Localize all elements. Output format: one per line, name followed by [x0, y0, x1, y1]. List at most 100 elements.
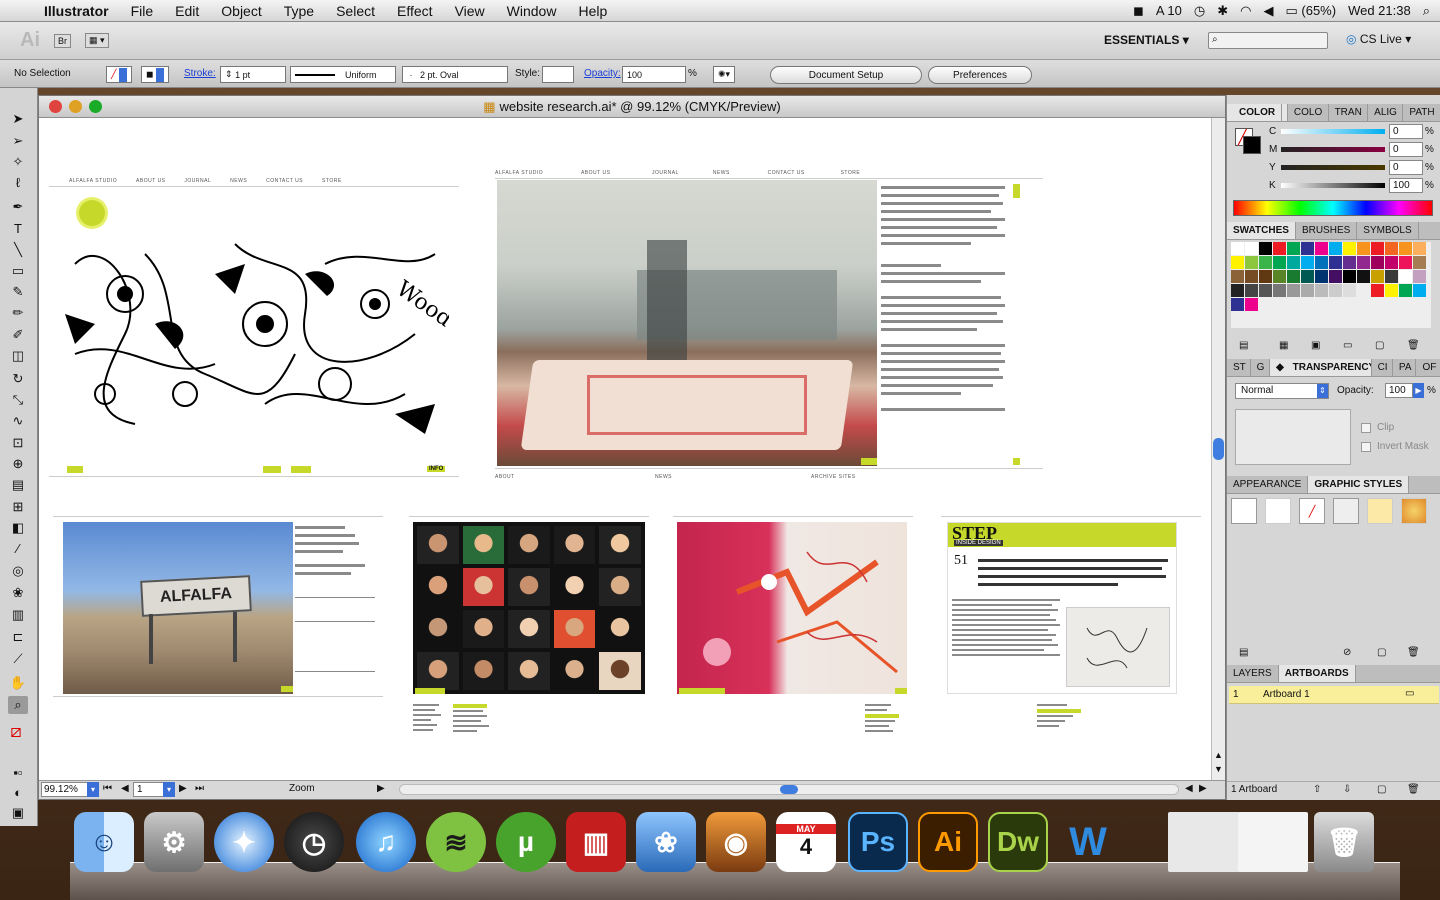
- delete-swatch-icon[interactable]: 🗑: [1407, 340, 1420, 351]
- brush-definition[interactable]: · 2 pt. Oval: [402, 66, 508, 83]
- stroke-swatch[interactable]: ◼: [141, 66, 170, 83]
- artboard-dropdown-icon[interactable]: ▾: [163, 782, 175, 797]
- color-swatch[interactable]: [1371, 256, 1384, 269]
- color-swatch[interactable]: [1245, 284, 1258, 297]
- new-swatch-icon[interactable]: ▢: [1375, 340, 1384, 351]
- blend-tool-icon[interactable]: ◎: [8, 562, 28, 580]
- stroke-weight-field[interactable]: ⇕ 1 pt: [220, 66, 286, 83]
- preferences-button[interactable]: Preferences: [928, 66, 1032, 84]
- spotlight-icon[interactable]: ⌕: [1423, 3, 1430, 19]
- word-icon[interactable]: W: [1058, 812, 1118, 872]
- color-swatch[interactable]: [1287, 242, 1300, 255]
- opacity-dropdown-icon[interactable]: ▶: [1413, 383, 1424, 398]
- pen-tool-icon[interactable]: ✒: [8, 198, 28, 216]
- opacity-field[interactable]: 100: [622, 66, 686, 83]
- yellow-field[interactable]: 0: [1389, 160, 1423, 175]
- menu-effect[interactable]: Effect: [386, 3, 444, 19]
- menu-edit[interactable]: Edit: [164, 3, 210, 19]
- black-slider[interactable]: [1281, 183, 1385, 188]
- graphic-style-swatch[interactable]: [1401, 498, 1427, 524]
- wifi-icon[interactable]: ◠: [1240, 3, 1251, 19]
- color-swatch[interactable]: [1399, 284, 1412, 297]
- color-swatch[interactable]: [1301, 256, 1314, 269]
- invert-mask-checkbox[interactable]: [1361, 442, 1371, 452]
- delete-artboard-icon[interactable]: 🗑: [1407, 784, 1420, 795]
- swatch-libraries-icon[interactable]: ▤: [1239, 340, 1248, 351]
- color-swatch[interactable]: [1357, 284, 1370, 297]
- color-swatch[interactable]: [1357, 270, 1370, 283]
- paintbrush-tool-icon[interactable]: ✎: [8, 283, 28, 301]
- blob-brush-tool-icon[interactable]: ✐: [8, 326, 28, 344]
- last-artboard-button[interactable]: ⏭: [195, 783, 204, 794]
- trash-icon[interactable]: 🗑: [1314, 812, 1374, 872]
- color-swatch[interactable]: [1245, 242, 1258, 255]
- artboard-options-icon[interactable]: ▭: [1405, 688, 1414, 699]
- color-swatch[interactable]: [1287, 270, 1300, 283]
- color-swatch[interactable]: [1357, 242, 1370, 255]
- color-swatch[interactable]: [1329, 256, 1342, 269]
- color-swatch[interactable]: [1315, 284, 1328, 297]
- color-swatch[interactable]: [1329, 242, 1342, 255]
- magenta-field[interactable]: 0: [1389, 142, 1423, 157]
- tab-color-guide[interactable]: COLO: [1288, 104, 1329, 121]
- arrange-documents-button[interactable]: ▦ ▾: [85, 33, 109, 48]
- selection-tool-icon[interactable]: ➤: [8, 110, 28, 128]
- swatch-options-icon[interactable]: ▣: [1311, 340, 1320, 351]
- opacity-panel-link[interactable]: Opacity:: [584, 68, 621, 79]
- graphic-style-swatch[interactable]: [1265, 498, 1291, 524]
- graphic-style-swatch[interactable]: [1333, 498, 1359, 524]
- tab-paragraph[interactable]: PA: [1393, 359, 1417, 376]
- color-swatch[interactable]: [1259, 242, 1272, 255]
- color-swatch[interactable]: [1399, 256, 1412, 269]
- tab-gradient[interactable]: G: [1251, 359, 1271, 376]
- color-swatch[interactable]: [1301, 284, 1314, 297]
- color-swatch[interactable]: [1259, 256, 1272, 269]
- minimize-button[interactable]: [69, 100, 82, 113]
- artboard-canvas[interactable]: ALFALFA STUDIO ABOUT US JOURNAL NEWS CON…: [39, 118, 1211, 780]
- color-swatch[interactable]: [1231, 298, 1244, 311]
- new-color-group-icon[interactable]: ▭: [1343, 340, 1352, 351]
- perspective-grid-tool-icon[interactable]: ▤: [8, 476, 28, 494]
- zoom-window-button[interactable]: [89, 100, 102, 113]
- color-swatch[interactable]: [1245, 270, 1258, 283]
- artboard-row[interactable]: 1 Artboard 1 ▭: [1229, 686, 1439, 704]
- color-swatch[interactable]: [1231, 284, 1244, 297]
- screen-mode-icon[interactable]: ▣: [8, 804, 28, 822]
- menu-view[interactable]: View: [444, 3, 496, 19]
- help-search-input[interactable]: ⌕: [1208, 32, 1328, 49]
- eyedropper-tool-icon[interactable]: ⁄: [8, 540, 28, 558]
- close-button[interactable]: [49, 100, 62, 113]
- scroll-thumb[interactable]: [1213, 438, 1224, 460]
- graphic-style-swatch[interactable]: ╱: [1299, 498, 1325, 524]
- hscroll-thumb[interactable]: [780, 785, 798, 794]
- tab-swatches[interactable]: SWATCHES: [1227, 222, 1296, 239]
- adobe-status-icon[interactable]: ◼: [1133, 3, 1144, 19]
- color-swatch[interactable]: [1413, 242, 1426, 255]
- clock[interactable]: Wed 21:38: [1348, 3, 1411, 18]
- show-kinds-icon[interactable]: ▦: [1279, 340, 1288, 351]
- tab-color[interactable]: COLOR: [1227, 104, 1288, 121]
- color-swatch[interactable]: [1371, 284, 1384, 297]
- zoom-tool-icon[interactable]: ⌕: [8, 696, 28, 714]
- delete-graphic-style-icon[interactable]: 🗑: [1407, 647, 1420, 658]
- tab-opentype[interactable]: OF: [1416, 359, 1440, 376]
- tab-appearance[interactable]: APPEARANCE: [1227, 476, 1309, 493]
- color-swatch[interactable]: [1287, 256, 1300, 269]
- yellow-slider[interactable]: [1281, 165, 1385, 170]
- warp-tool-icon[interactable]: ∿: [8, 412, 28, 430]
- shape-builder-tool-icon[interactable]: ⊕: [8, 455, 28, 473]
- prev-artboard-button[interactable]: ◀: [121, 783, 129, 794]
- horizontal-scrollbar[interactable]: [399, 784, 1179, 795]
- tab-layers[interactable]: LAYERS: [1227, 665, 1279, 682]
- fill-stroke-icon[interactable]: ⧄: [6, 722, 26, 740]
- status-menu-icon[interactable]: ▶: [377, 783, 385, 794]
- menu-file[interactable]: File: [120, 3, 165, 19]
- color-swatch[interactable]: [1399, 242, 1412, 255]
- free-transform-tool-icon[interactable]: ⊡: [8, 434, 28, 452]
- color-swatch[interactable]: [1273, 242, 1286, 255]
- symbol-sprayer-tool-icon[interactable]: ❀: [8, 584, 28, 602]
- color-swatch[interactable]: [1273, 270, 1286, 283]
- iphoto-icon[interactable]: ❀: [636, 812, 696, 872]
- time-machine-icon[interactable]: ◷: [1194, 3, 1205, 19]
- drawing-mode-icon[interactable]: ◐: [8, 784, 28, 802]
